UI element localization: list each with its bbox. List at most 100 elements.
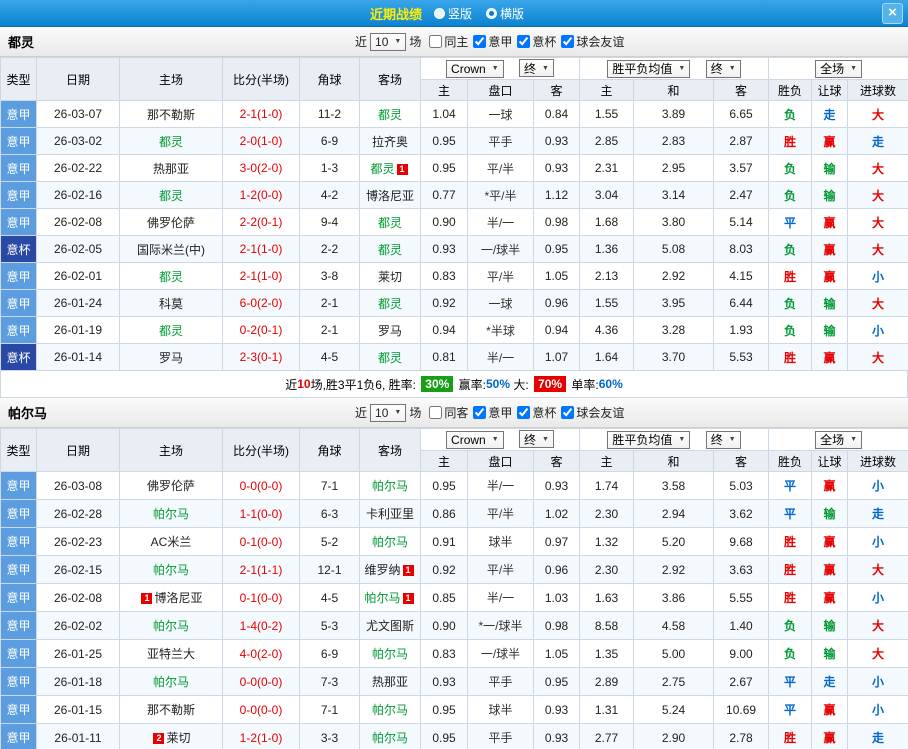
- score-cell: 0-0(0-0): [222, 667, 300, 696]
- avg-draw-cell: 3.95: [633, 289, 715, 317]
- scope-select[interactable]: 全场 ▼: [815, 59, 863, 78]
- filter-recent-label: 近: [355, 406, 368, 420]
- bookmaker-select[interactable]: Crown ▼: [446, 430, 504, 449]
- away-team-cell: 都灵: [359, 289, 421, 317]
- col-header-result: 胜负: [768, 79, 813, 101]
- team-name: 都灵: [158, 134, 183, 149]
- corner-cell: 2-1: [299, 316, 360, 344]
- summary-part: 单率:: [568, 377, 599, 392]
- layout-radio[interactable]: 横版: [486, 5, 524, 22]
- league-type-cell: 意甲: [0, 583, 37, 612]
- summary-part: 近: [285, 377, 298, 392]
- avg-away-cell: 8.03: [713, 235, 770, 263]
- corner-cell: 6-9: [299, 639, 360, 668]
- score-cell: 1-4(0-2): [222, 611, 300, 640]
- red-card-badge: 1: [396, 163, 408, 175]
- checkbox-label: 意杯: [532, 35, 557, 49]
- home-odds-cell: 0.95: [420, 723, 468, 749]
- handicap-cell: 半/一: [467, 208, 534, 236]
- checkbox-input[interactable]: [473, 406, 487, 419]
- avg-stage-select[interactable]: 终 ▼: [705, 59, 741, 78]
- team-name: 帕尔马: [152, 619, 189, 633]
- date-cell: 26-02-23: [36, 527, 120, 556]
- match-row: 意甲 26-01-15 那不勒斯 0-0(0-0) 7-1 帕尔马 0.95 球半 0.93 1.…: [0, 695, 908, 724]
- filter-checkbox[interactable]: 意杯: [517, 33, 556, 50]
- corner-cell: 2-1: [299, 289, 360, 317]
- checkbox-input[interactable]: [429, 35, 443, 48]
- odds-stage-select[interactable]: 终 ▼: [519, 430, 554, 449]
- bookmaker-select-value: Crown: [451, 61, 486, 76]
- result-cell: 负: [768, 639, 813, 668]
- filter-checkbox[interactable]: 球会友谊: [561, 33, 624, 50]
- avg-home-cell: 1.32: [579, 527, 635, 556]
- home-team-cell: 都灵: [119, 181, 223, 209]
- league-type-cell: 意甲: [0, 667, 37, 696]
- avg-draw-cell: 2.92: [633, 555, 715, 584]
- match-row: 意甲 26-03-08 佛罗伦萨 0-0(0-0) 7-1 帕尔马 0.95 半/一 0.93 1…: [0, 471, 908, 500]
- goals-result-cell: 小: [847, 262, 908, 290]
- match-count-select[interactable]: 10 ▼: [370, 32, 407, 51]
- filter-checkbox[interactable]: 同主: [429, 33, 468, 50]
- team-name: 那不勒斯: [146, 107, 195, 122]
- away-odds-cell: 1.07: [532, 343, 581, 371]
- result-cell: 胜: [768, 583, 813, 612]
- layout-radio[interactable]: 竖版: [433, 5, 472, 22]
- team-name: 都灵: [377, 296, 402, 311]
- avg-away-cell: 1.40: [713, 611, 770, 640]
- result-cell: 负: [768, 611, 813, 640]
- avg-group-header: 胜平负均值 ▼ 终 ▼: [579, 428, 770, 451]
- checkbox-input[interactable]: [473, 35, 487, 48]
- avg-home-cell: 2.30: [579, 499, 635, 528]
- avg-away-cell: 2.87: [713, 127, 770, 155]
- score-cell: 2-0(1-0): [222, 127, 300, 155]
- filter-checkbox[interactable]: 同客: [429, 404, 468, 421]
- filter-checkbox[interactable]: 球会友谊: [561, 404, 624, 421]
- away-team-cell: 帕尔马: [359, 639, 421, 668]
- handicap-result-cell: 赢: [811, 343, 849, 371]
- team-name: 罗马: [158, 350, 183, 365]
- avg-away-cell: 3.62: [713, 499, 770, 528]
- chevron-down-icon: ▼: [850, 65, 858, 72]
- avg-type-value: 胜平负均值: [612, 62, 673, 76]
- col-header-date: 日期: [36, 428, 120, 472]
- checkbox-input[interactable]: [517, 406, 531, 419]
- chevron-down-icon: ▼: [728, 436, 736, 443]
- goals-result-cell: 大: [847, 289, 908, 317]
- bookmaker-select[interactable]: Crown ▼: [446, 59, 504, 78]
- away-odds-cell: 1.12: [532, 181, 581, 209]
- filter-games-label: 场: [409, 35, 422, 49]
- radio-label: 横版: [500, 6, 525, 21]
- away-odds-cell: 1.03: [532, 583, 581, 612]
- avg-away-cell: 6.44: [713, 289, 770, 317]
- team-name: 那不勒斯: [146, 703, 195, 717]
- match-count-select[interactable]: 10 ▼: [370, 403, 407, 422]
- col-header-odds-away: 客: [532, 79, 581, 101]
- handicap-cell: 平/半: [467, 154, 534, 182]
- checkbox-input[interactable]: [429, 406, 443, 419]
- scope-select[interactable]: 全场 ▼: [815, 430, 863, 449]
- handicap-cell: *半球: [467, 316, 534, 344]
- avg-type-select[interactable]: 胜平负均值 ▼: [607, 59, 691, 78]
- away-odds-cell: 0.94: [532, 316, 581, 344]
- avg-home-cell: 1.55: [579, 100, 635, 128]
- team-name: 帕尔马: [371, 731, 408, 745]
- away-odds-cell: 0.95: [532, 235, 581, 263]
- checkbox-input[interactable]: [517, 35, 531, 48]
- home-team-cell: 2 莱切: [119, 723, 223, 749]
- avg-stage-select[interactable]: 终 ▼: [705, 430, 741, 449]
- checkbox-input[interactable]: [561, 406, 575, 419]
- handicap-result-cell: 赢: [811, 527, 849, 556]
- filter-checkbox[interactable]: 意杯: [517, 404, 556, 421]
- close-button[interactable]: ×: [882, 3, 903, 24]
- home-team-cell: 那不勒斯: [119, 100, 223, 128]
- avg-draw-cell: 3.58: [633, 471, 715, 500]
- filter-checkbox[interactable]: 意甲: [473, 404, 512, 421]
- away-odds-cell: 0.97: [532, 527, 581, 556]
- goals-result-cell: 小: [847, 667, 908, 696]
- away-team-cell: 都灵: [359, 343, 421, 371]
- odds-stage-select[interactable]: 终 ▼: [519, 59, 554, 78]
- filter-checkbox[interactable]: 意甲: [473, 33, 512, 50]
- avg-type-select[interactable]: 胜平负均值 ▼: [607, 430, 691, 449]
- checkbox-input[interactable]: [561, 35, 575, 48]
- away-odds-cell: 0.96: [532, 555, 581, 584]
